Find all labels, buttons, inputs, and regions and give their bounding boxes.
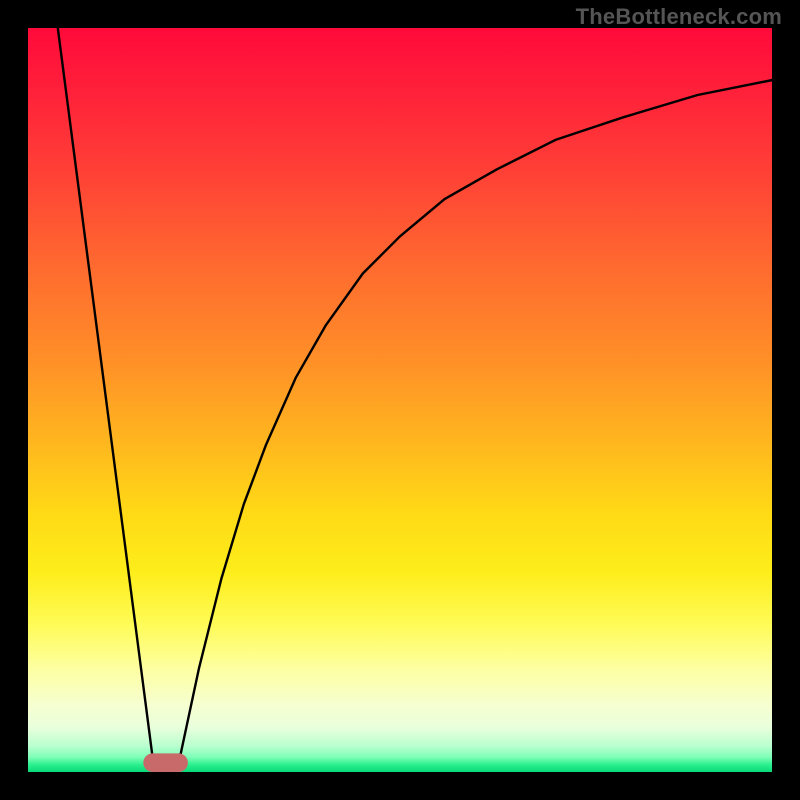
curve-layer [28,28,772,772]
bottleneck-marker [143,753,188,772]
plot-area [28,28,772,772]
right-asymptotic-curve [177,80,772,772]
watermark-text: TheBottleneck.com [576,4,782,30]
left-descending-line [58,28,155,772]
chart-frame: TheBottleneck.com [0,0,800,800]
